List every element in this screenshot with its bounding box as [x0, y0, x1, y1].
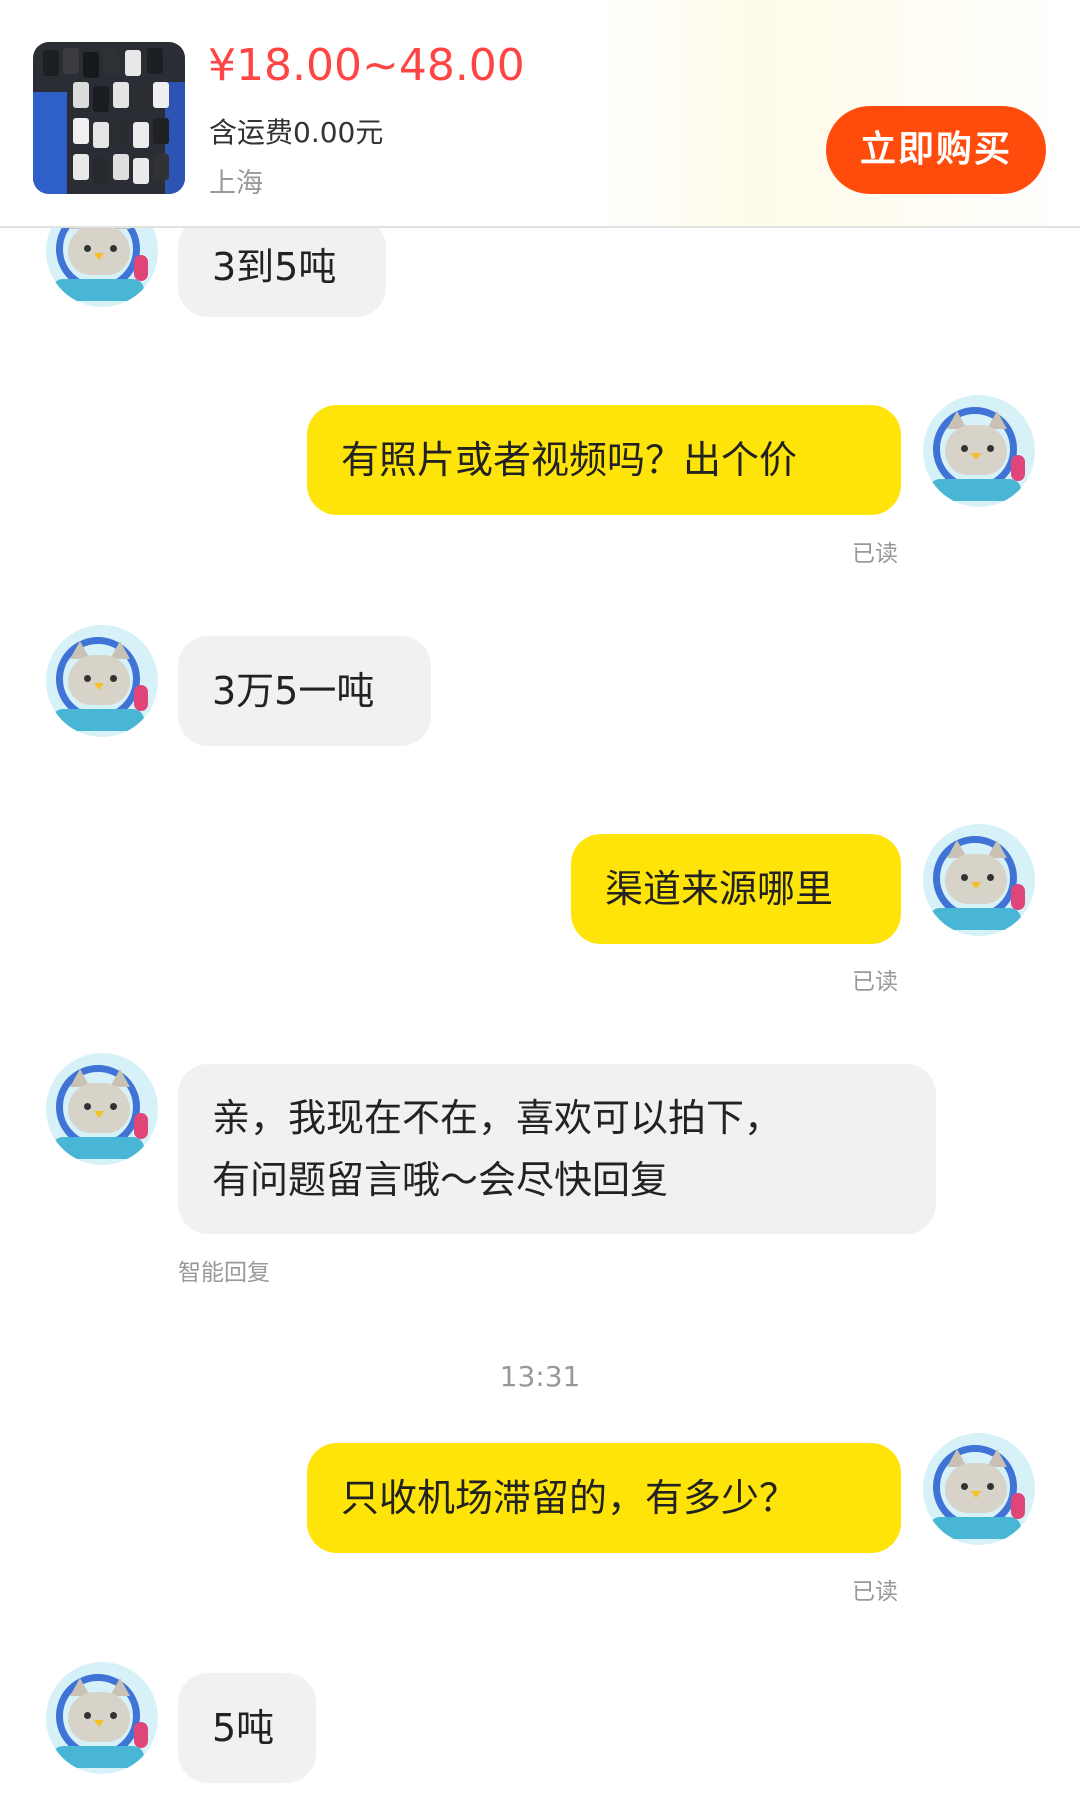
message-line: 亲，我现在不在，喜欢可以拍下， [212, 1096, 783, 1140]
read-status: 已读 [852, 541, 898, 567]
buy-now-button[interactable]: 立即购买 [826, 106, 1046, 194]
auto-reply-note: 智能回复 [178, 1260, 270, 1286]
my-avatar[interactable] [923, 395, 1035, 507]
message-line: 有问题留言哦～会尽快回复 [212, 1158, 669, 1202]
chat-area: 3到5吨 有照片或者视频吗？出个价 已读 3万5一吨 渠道来源哪里 已读 亲，我… [0, 0, 1080, 1812]
my-avatar[interactable] [923, 1433, 1035, 1545]
message-bubble-outgoing[interactable]: 只收机场滞留的，有多少？ [307, 1443, 901, 1553]
product-price: ¥18.00~48.00 [208, 40, 525, 91]
seller-avatar[interactable] [46, 625, 158, 737]
seller-location: 上海 [209, 168, 263, 199]
message-bubble-incoming[interactable]: 3到5吨 [178, 217, 386, 317]
message-bubble-incoming[interactable]: 3万5一吨 [178, 636, 431, 746]
message-bubble-incoming[interactable]: 亲，我现在不在，喜欢可以拍下， 有问题留言哦～会尽快回复 [178, 1064, 936, 1234]
shipping-fee: 含运费0.00元 [209, 116, 384, 149]
seller-avatar[interactable] [46, 1662, 158, 1774]
product-thumbnail[interactable] [33, 42, 185, 194]
read-status: 已读 [852, 969, 898, 995]
seller-avatar[interactable] [46, 1053, 158, 1165]
message-bubble-outgoing[interactable]: 渠道来源哪里 [571, 834, 901, 944]
product-header: ¥18.00~48.00 含运费0.00元 上海 立即购买 [0, 0, 1080, 228]
message-bubble-incoming[interactable]: 5吨 [178, 1673, 316, 1783]
message-bubble-outgoing[interactable]: 有照片或者视频吗？出个价 [307, 405, 901, 515]
read-status: 已读 [852, 1579, 898, 1605]
my-avatar[interactable] [923, 824, 1035, 936]
timestamp: 13:31 [499, 1360, 581, 1393]
